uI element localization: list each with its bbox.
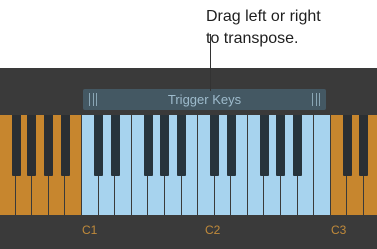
black-key[interactable] (343, 115, 352, 176)
black-key[interactable] (27, 115, 36, 176)
black-key[interactable] (359, 115, 368, 176)
callout-line-2: to transpose. (206, 30, 299, 47)
black-key[interactable] (44, 115, 53, 176)
callout-line-1: Drag left or right (206, 8, 321, 25)
keyboard-panel: Trigger Keys C1 C2 C3 (0, 68, 377, 249)
trigger-keys-label: Trigger Keys (167, 92, 242, 107)
octave-label-c1: C1 (82, 223, 98, 237)
black-key[interactable] (144, 115, 153, 176)
black-key[interactable] (276, 115, 285, 176)
piano-keyboard (0, 115, 377, 216)
black-key[interactable] (210, 115, 219, 176)
transpose-callout: Drag left or right to transpose. (206, 6, 376, 50)
white-key[interactable] (314, 115, 331, 215)
callout-leader-line (210, 34, 211, 91)
black-key[interactable] (260, 115, 269, 176)
black-key[interactable] (94, 115, 103, 176)
black-key[interactable] (12, 115, 21, 176)
black-key[interactable] (160, 115, 169, 176)
black-key[interactable] (177, 115, 186, 176)
trigger-keys-range-bar[interactable]: Trigger Keys (83, 89, 326, 110)
right-drag-grip-icon[interactable] (312, 93, 320, 106)
black-key[interactable] (111, 115, 120, 176)
octave-label-c3: C3 (331, 223, 347, 237)
black-key[interactable] (227, 115, 236, 176)
octave-label-c2: C2 (205, 223, 221, 237)
black-key[interactable] (293, 115, 302, 176)
black-key[interactable] (61, 115, 70, 176)
